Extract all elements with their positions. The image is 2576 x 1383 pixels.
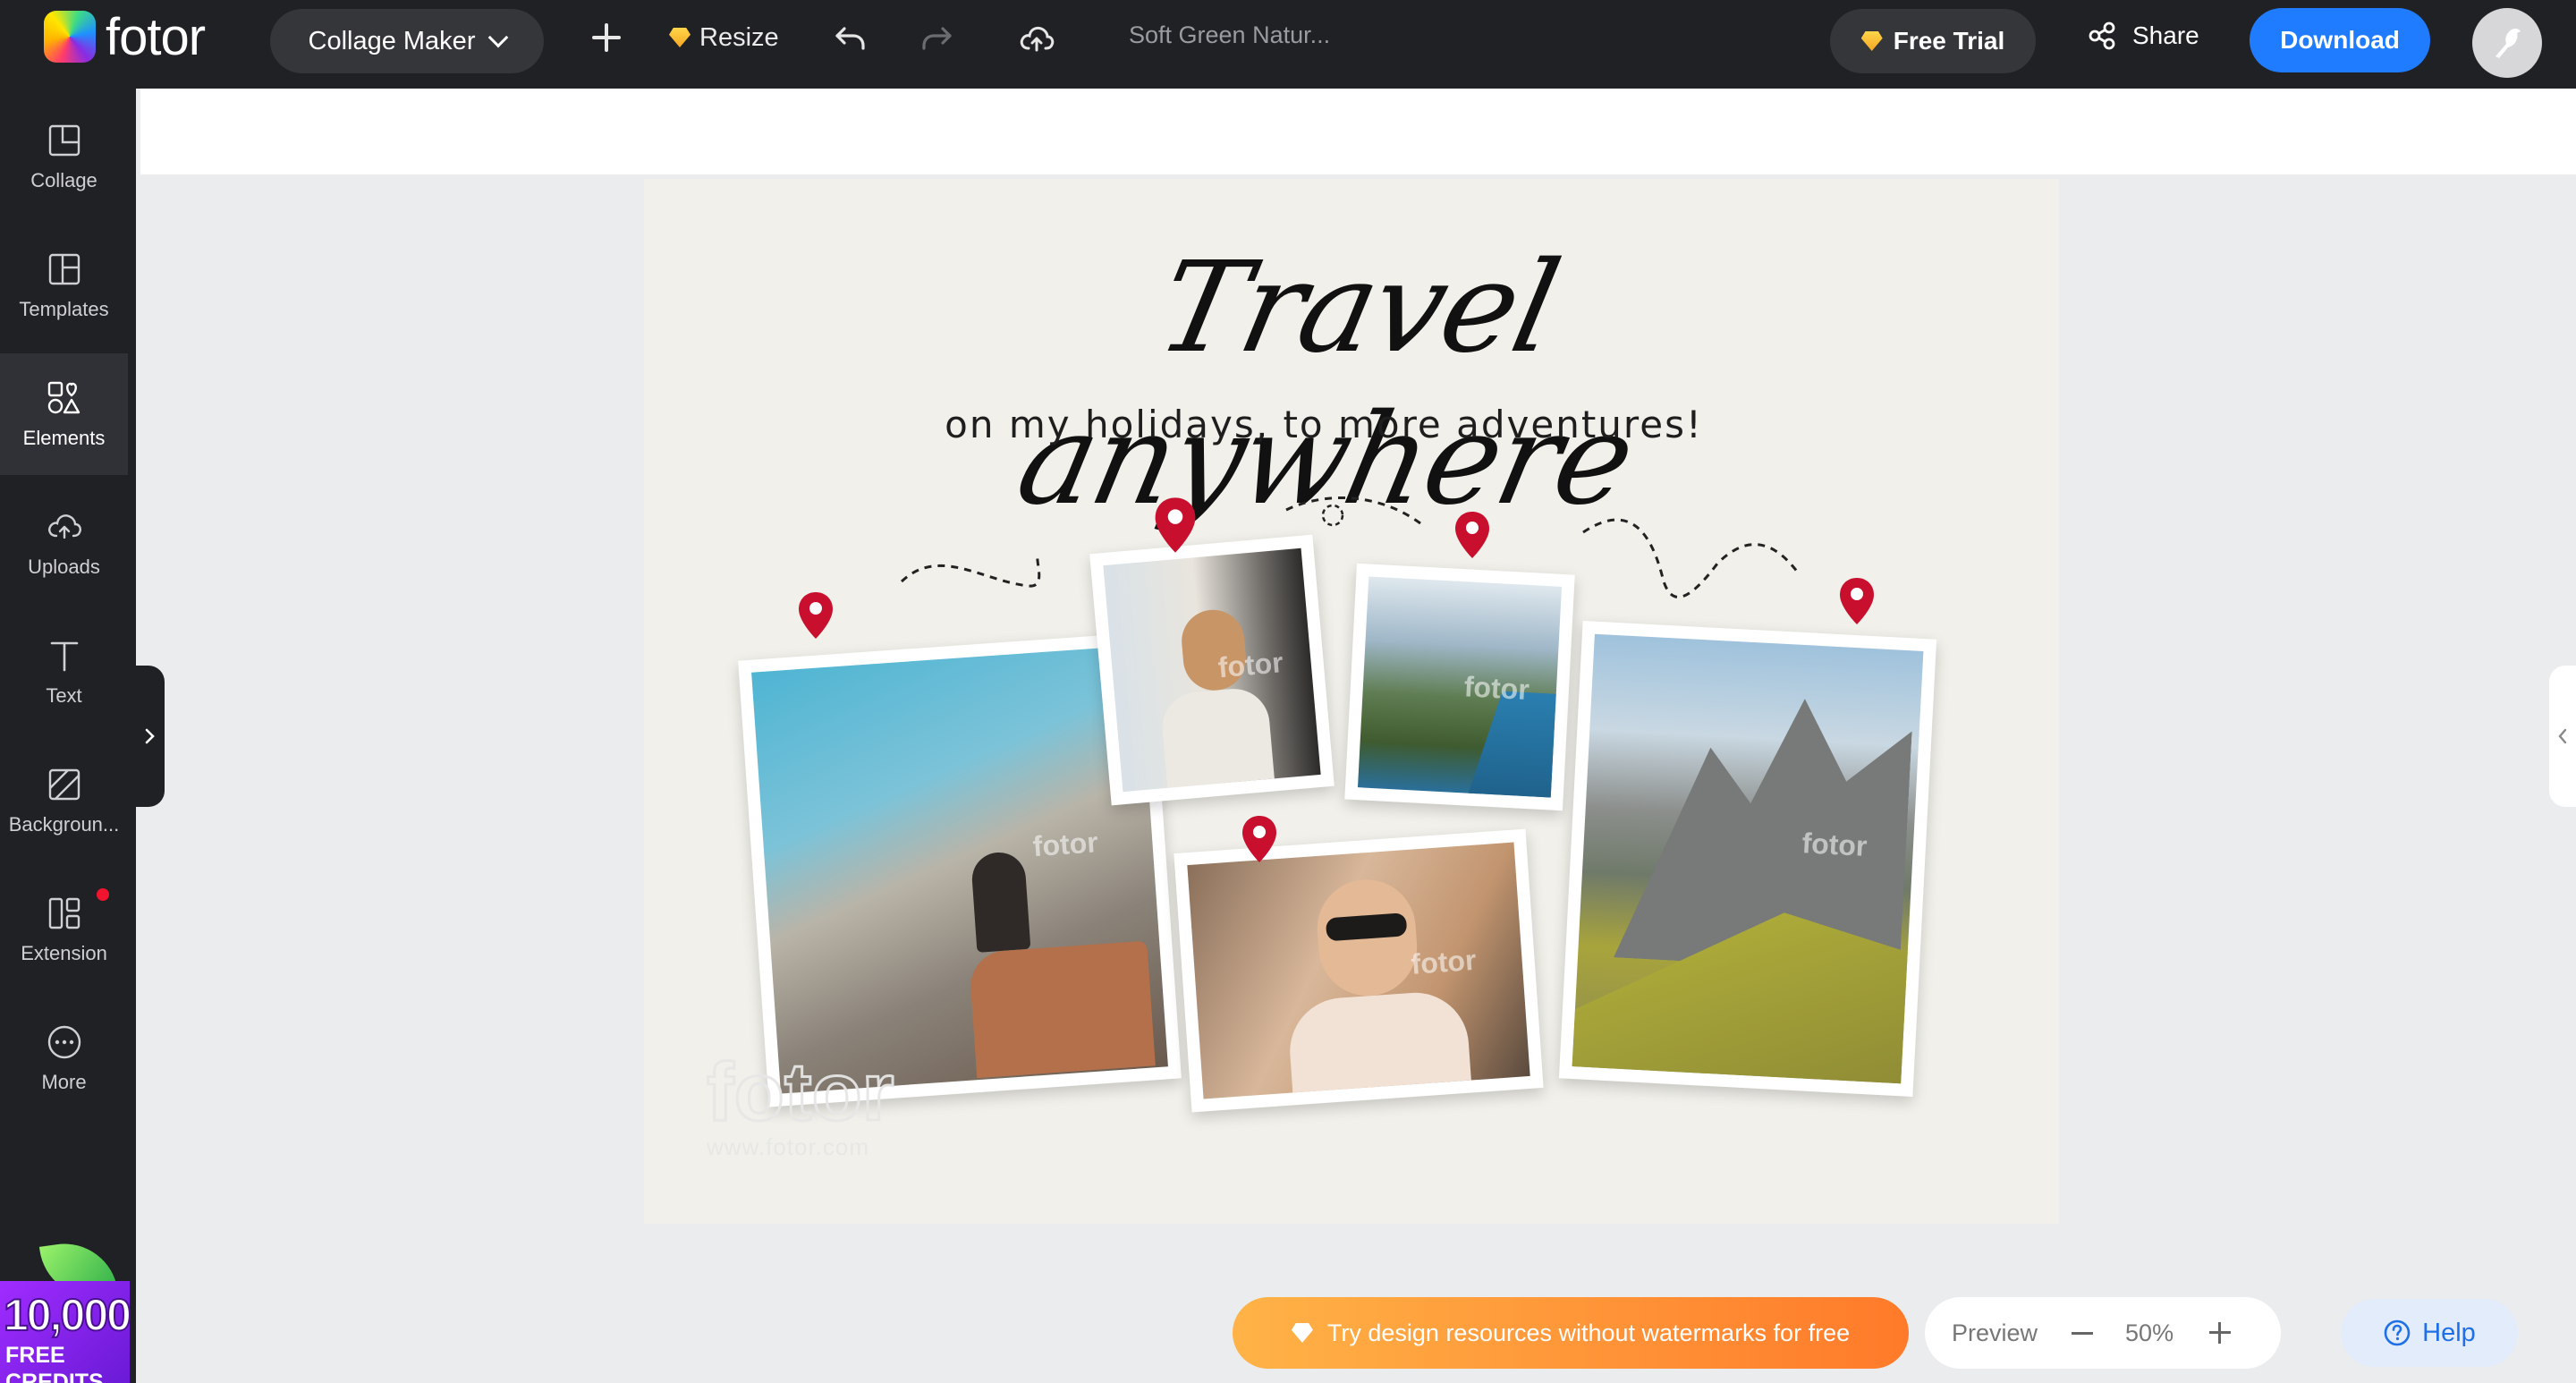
photo-woman-sunglasses[interactable]: fotor [1174, 828, 1544, 1113]
photo-woman-train[interactable]: fotor [1089, 534, 1335, 806]
redo-icon[interactable] [919, 20, 955, 55]
help-label: Help [2422, 1318, 2476, 1347]
watermark-url: www.fotor.com [707, 1133, 870, 1160]
credits-label: FREE CREDITS [5, 1343, 104, 1383]
sidebar-item-label: Uploads [28, 556, 100, 578]
zoom-level[interactable]: 50% [2125, 1319, 2174, 1347]
location-pin-icon[interactable] [1152, 496, 1199, 555]
sidebar-item-label: More [41, 1071, 87, 1093]
download-button[interactable]: Download [2250, 8, 2430, 72]
location-pin-icon[interactable] [1240, 814, 1279, 864]
upload-cloud-icon [47, 514, 81, 539]
watermark-logo: fotor [705, 1047, 894, 1138]
collage-icon [48, 124, 80, 157]
top-toolbar: fotor Collage Maker Resize Soft Green Na… [0, 0, 2576, 89]
sidebar-item-more[interactable]: More [0, 997, 128, 1119]
preview-button[interactable]: Preview [1952, 1319, 2038, 1347]
sidebar-item-templates[interactable]: Templates [0, 225, 128, 346]
resize-button[interactable]: Resize [669, 18, 779, 57]
credits-number: 10,000 [3, 1289, 132, 1341]
right-panel-toggle[interactable] [2549, 666, 2576, 807]
chevron-down-icon [488, 27, 509, 48]
sidebar-item-extension[interactable]: Extension [0, 869, 128, 990]
sidebar-item-label: Collage [30, 169, 97, 191]
chevron-left-icon [2558, 728, 2567, 744]
sidebar-item-label: Text [46, 684, 82, 707]
promo-text: Try design resources without watermarks … [1326, 1319, 1851, 1346]
sidebar-item-label: Templates [19, 298, 109, 320]
watermark-free-promo-button[interactable]: Try design resources without watermarks … [1233, 1297, 1909, 1369]
notification-dot [97, 888, 109, 901]
sidebar-item-label: Backgroun... [8, 813, 120, 836]
undo-icon[interactable] [832, 20, 868, 55]
text-icon [50, 641, 78, 672]
sidebar-item-label: Extension [21, 942, 107, 964]
premium-gem-icon [669, 28, 691, 47]
photo-mountain-peaks[interactable]: fotor [1558, 620, 1937, 1098]
free-trial-label: Free Trial [1893, 27, 2005, 55]
mode-dropdown[interactable]: Collage Maker [270, 9, 544, 73]
sidebar-item-label: Elements [22, 427, 106, 449]
cloud-save-icon[interactable] [1018, 20, 1055, 57]
share-button[interactable]: Share [2086, 20, 2199, 52]
share-label: Share [2132, 21, 2199, 49]
background-icon [48, 768, 80, 801]
photo-watermark: fotor [1463, 670, 1530, 707]
photo-watermark: fotor [1801, 827, 1868, 863]
left-sidebar: Collage Templates Elements Uploads Text … [0, 89, 136, 1383]
photo-coastal-cliffs[interactable]: fotor [1344, 563, 1575, 811]
help-button[interactable]: Help [2341, 1299, 2518, 1367]
zoom-out-icon[interactable] [2072, 1331, 2094, 1335]
more-icon [47, 1025, 80, 1059]
canvas-top-strip [140, 89, 2576, 174]
free-credits-badge[interactable]: 10,000 FREE CREDITS [0, 1236, 132, 1383]
photo-watermark: fotor [1031, 826, 1099, 863]
sidebar-item-elements[interactable]: Elements [0, 353, 128, 475]
bird-avatar-icon [2496, 28, 2521, 58]
free-trial-button[interactable]: Free Trial [1830, 9, 2036, 73]
design-canvas[interactable]: Travel anywhere on my holidays, to more … [644, 179, 2059, 1224]
sidebar-item-background[interactable]: Backgroun... [0, 740, 128, 861]
premium-gem-icon [1291, 1323, 1313, 1343]
location-pin-icon[interactable] [1453, 510, 1492, 560]
sidebar-item-uploads[interactable]: Uploads [0, 482, 128, 604]
location-pin-icon[interactable] [1837, 576, 1877, 626]
sidebar-item-collage[interactable]: Collage [0, 96, 128, 217]
sidebar-collapse-toggle[interactable] [136, 666, 165, 807]
add-page-plus-icon[interactable] [590, 21, 623, 54]
fotor-logo-icon[interactable] [44, 11, 96, 63]
brand-name[interactable]: fotor [106, 2, 206, 73]
user-avatar[interactable] [2472, 8, 2542, 78]
premium-gem-icon [1860, 31, 1883, 51]
share-icon [2089, 21, 2115, 50]
extension-icon [48, 897, 80, 929]
resize-label: Resize [699, 22, 779, 52]
location-pin-icon[interactable] [796, 590, 835, 641]
photo-watermark: fotor [1216, 645, 1284, 683]
help-question-icon [2384, 1319, 2411, 1346]
elements-icon [47, 381, 80, 414]
mode-dropdown-label: Collage Maker [308, 26, 476, 55]
sidebar-item-text[interactable]: Text [0, 611, 128, 733]
zoom-in-icon[interactable] [2209, 1322, 2232, 1344]
fotor-watermark: fotor www.fotor.com [705, 1047, 894, 1161]
zoom-controls: Preview 50% [1925, 1297, 2281, 1369]
templates-icon [48, 253, 80, 285]
photo-watermark: fotor [1410, 943, 1478, 980]
document-title[interactable]: Soft Green Natur... [1129, 21, 1330, 49]
chevron-right-icon [145, 728, 155, 744]
